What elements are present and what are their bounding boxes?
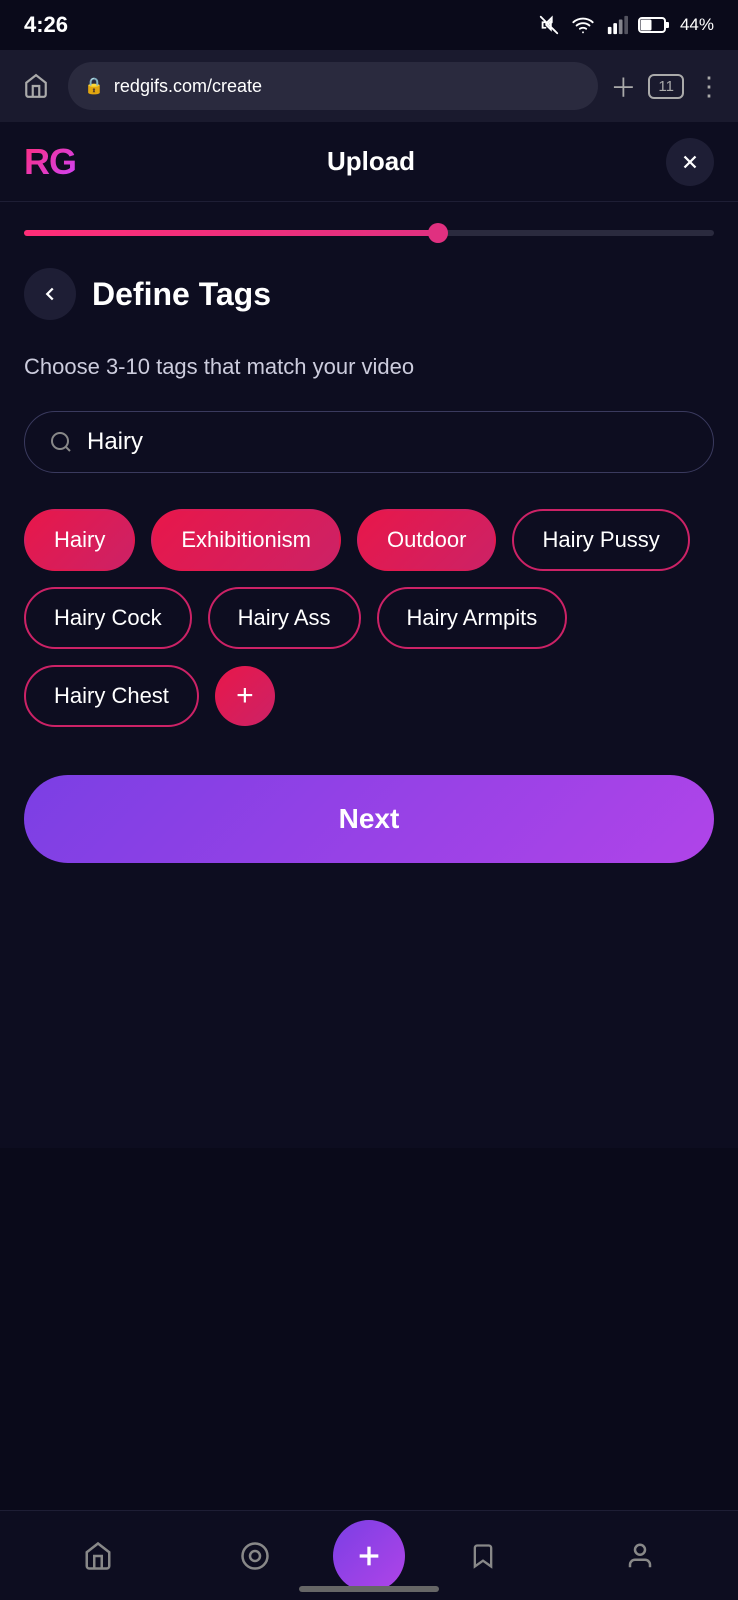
search-icon	[49, 430, 73, 454]
tag-hairy-pussy[interactable]: Hairy Pussy	[512, 509, 689, 571]
nav-explore[interactable]	[177, 1541, 334, 1571]
tag-hairy-ass[interactable]: Hairy Ass	[208, 587, 361, 649]
browser-actions: ＋ 11 ⋮	[610, 68, 722, 105]
wifi-icon	[570, 14, 596, 36]
tab-count-badge[interactable]: 11	[648, 74, 684, 99]
section-header: Define Tags	[24, 268, 714, 320]
nav-add-button[interactable]	[333, 1520, 405, 1592]
add-tag-button[interactable]: +	[215, 666, 275, 726]
section-title: Define Tags	[92, 276, 271, 313]
menu-button[interactable]: ⋮	[696, 71, 722, 102]
tag-hairy-chest[interactable]: Hairy Chest	[24, 665, 199, 727]
browser-bar: 🔒 redgifs.com/create ＋ 11 ⋮	[0, 50, 738, 122]
new-tab-button[interactable]: ＋	[610, 68, 636, 105]
back-button[interactable]	[24, 268, 76, 320]
next-button[interactable]: Next	[24, 775, 714, 863]
progress-dot	[428, 223, 448, 243]
home-indicator	[299, 1586, 439, 1592]
url-bar[interactable]: 🔒 redgifs.com/create	[68, 62, 598, 110]
tags-container: Hairy Exhibitionism Outdoor Hairy Pussy …	[24, 509, 714, 727]
status-bar: 4:26 44%	[0, 0, 738, 50]
logo: RG	[24, 141, 76, 183]
browser-home-button[interactable]	[16, 66, 56, 106]
close-button[interactable]	[666, 138, 714, 186]
tag-outdoor[interactable]: Outdoor	[357, 509, 497, 571]
battery-percent: 44%	[680, 15, 714, 35]
tag-hairy-armpits[interactable]: Hairy Armpits	[377, 587, 568, 649]
progress-track	[24, 230, 714, 236]
nav-profile[interactable]	[562, 1541, 719, 1571]
status-icons: 44%	[538, 14, 714, 36]
app-header: RG Upload	[0, 122, 738, 202]
search-container[interactable]	[24, 411, 714, 473]
url-text: redgifs.com/create	[114, 76, 262, 97]
signal-icon	[606, 14, 628, 36]
nav-home[interactable]	[20, 1541, 177, 1571]
progress-fill	[24, 230, 438, 236]
mute-icon	[538, 14, 560, 36]
tag-hairy-cock[interactable]: Hairy Cock	[24, 587, 192, 649]
main-content: Define Tags Choose 3-10 tags that match …	[0, 248, 738, 1148]
progress-container	[0, 202, 738, 248]
battery-icon	[638, 16, 670, 34]
header-title: Upload	[327, 146, 415, 177]
define-tags-subtitle: Choose 3-10 tags that match your video	[24, 352, 714, 383]
tag-exhibitionism[interactable]: Exhibitionism	[151, 509, 341, 571]
status-time: 4:26	[24, 12, 68, 38]
nav-bookmark[interactable]	[405, 1541, 562, 1571]
search-input[interactable]	[87, 428, 689, 456]
tag-hairy[interactable]: Hairy	[24, 509, 135, 571]
lock-icon: 🔒	[84, 76, 104, 96]
